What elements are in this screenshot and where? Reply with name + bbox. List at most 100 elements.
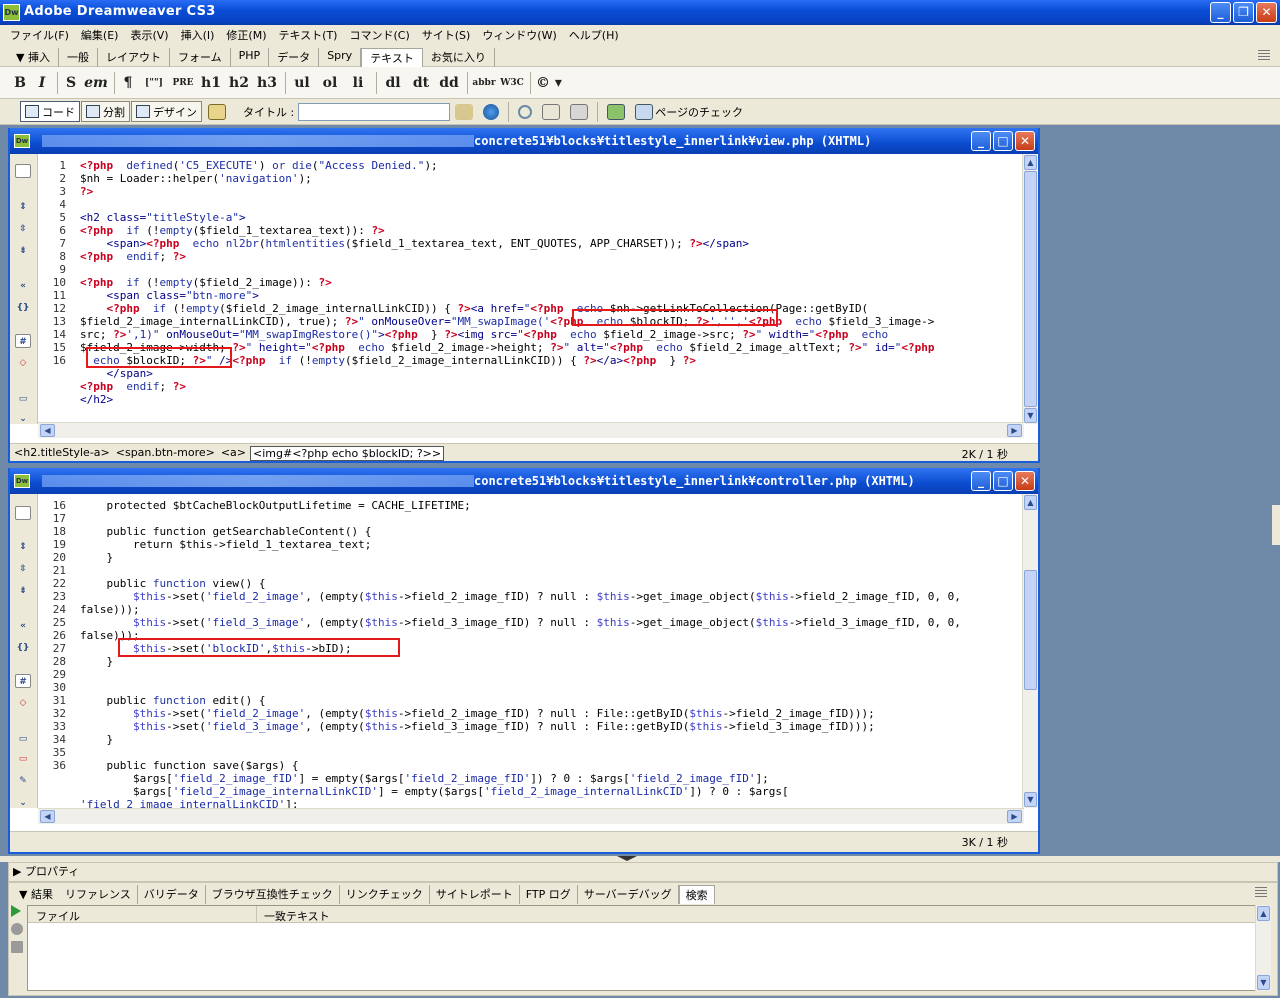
controller-maximize-button[interactable]: □: [993, 471, 1013, 491]
view-options-icon[interactable]: [542, 103, 561, 120]
collapse-arrow-icon[interactable]: [617, 856, 637, 861]
line-numbers-icon[interactable]: #: [15, 334, 31, 348]
controller-code-line[interactable]: public function edit() {: [80, 694, 961, 707]
controller-code-line[interactable]: [80, 668, 961, 681]
insert-tab-1[interactable]: レイアウト: [98, 48, 170, 68]
panel-options-grip-icon[interactable]: [1258, 50, 1270, 60]
collapse-full-tag-icon[interactable]: ⇕: [15, 200, 31, 214]
column-matched-text[interactable]: 一致テキスト: [264, 908, 330, 924]
results-tab-2[interactable]: ブラウザ互換性チェック: [206, 885, 340, 904]
page-title-input[interactable]: [298, 102, 451, 121]
text-tool-14[interactable]: dt: [408, 70, 434, 96]
view-code-line[interactable]: </span>: [80, 367, 934, 380]
insert-tab-3[interactable]: PHP: [231, 48, 270, 68]
code-view-button[interactable]: コード: [20, 101, 80, 122]
stop-icon[interactable]: [11, 923, 23, 935]
results-tab-3[interactable]: リンクチェック: [340, 885, 430, 904]
results-tab-4[interactable]: サイトレポート: [430, 885, 520, 904]
text-tool-13[interactable]: dl: [380, 70, 406, 96]
controller-code-line[interactable]: protected $btCacheBlockOutputLifetime = …: [80, 499, 961, 512]
view-php-code-area[interactable]: <?php defined('C5_EXECUTE') or die("Acce…: [80, 159, 934, 419]
controller-horizontal-scrollbar[interactable]: ◀ ▶: [38, 808, 1024, 824]
collapse-selection-icon[interactable]: ⇳: [15, 222, 31, 236]
scroll-up-arrow-icon[interactable]: ▲: [1024, 155, 1037, 170]
view-horizontal-scrollbar[interactable]: ◀ ▶: [38, 422, 1024, 438]
text-tool-16[interactable]: abbr: [471, 70, 497, 96]
controller-code-line[interactable]: [80, 681, 961, 694]
view-code-line[interactable]: <?php endif; ?>: [80, 250, 934, 263]
view-code-line[interactable]: <span><?php echo nl2br(htmlentities($fie…: [80, 237, 934, 250]
open-documents-icon[interactable]: [15, 506, 31, 520]
view-code-line[interactable]: [80, 263, 934, 276]
more-tools-icon[interactable]: ⌄: [15, 796, 31, 810]
tag-selector-item[interactable]: <a>: [219, 446, 248, 461]
line-numbers-icon[interactable]: #: [15, 674, 31, 688]
menu-item-7[interactable]: サイト(S): [416, 27, 477, 43]
menu-item-3[interactable]: 挿入(I): [175, 27, 221, 43]
more-tools-icon[interactable]: ⌄: [15, 412, 31, 426]
design-view-button[interactable]: デザイン: [131, 101, 202, 122]
text-tool-7[interactable]: h1: [198, 70, 224, 96]
view-code-line[interactable]: <span class="btn-more">: [80, 289, 934, 302]
text-tool-9[interactable]: h3: [254, 70, 280, 96]
view-code-line[interactable]: [80, 406, 934, 419]
controller-code-line[interactable]: [80, 746, 961, 759]
expand-all-icon[interactable]: ⇟: [15, 584, 31, 598]
text-tool-6[interactable]: PRE: [170, 70, 196, 96]
view-code-line[interactable]: <?php if (!empty($field_2_image)): ?>: [80, 276, 934, 289]
scroll-down-arrow-icon[interactable]: ▼: [1024, 792, 1037, 807]
expand-all-icon[interactable]: ⇟: [15, 244, 31, 258]
visual-aids-icon[interactable]: [570, 103, 589, 120]
tag-selector-item[interactable]: <h2.titleStyle-a>: [12, 446, 112, 461]
controller-code-line[interactable]: $this->set('field_2_image', (empty($this…: [80, 707, 961, 720]
balance-braces-icon[interactable]: {}: [15, 641, 31, 655]
view-minimize-button[interactable]: _: [971, 131, 991, 151]
validate-markup-icon[interactable]: [607, 103, 626, 120]
text-tool-8[interactable]: h2: [226, 70, 252, 96]
controller-code-line[interactable]: [80, 512, 961, 525]
controller-vertical-scrollbar[interactable]: ▲ ▼: [1022, 494, 1038, 808]
view-code-line[interactable]: <?php endif; ?>: [80, 380, 934, 393]
open-documents-icon[interactable]: [15, 164, 31, 178]
properties-panel-header[interactable]: ▶ プロパティ: [8, 862, 1278, 882]
results-vertical-scrollbar[interactable]: ▲ ▼: [1255, 905, 1271, 991]
view-code-line[interactable]: <?php if (!empty($field_1_textarea_text)…: [80, 224, 934, 237]
wrap-tag-icon[interactable]: ✎: [15, 774, 31, 788]
results-panel-toggle[interactable]: ▼ 結果: [13, 885, 59, 904]
controller-code-line[interactable]: public function view() {: [80, 577, 961, 590]
scroll-left-arrow-icon[interactable]: ◀: [40, 424, 55, 437]
view-code-line[interactable]: src; ?>',1)" onMouseOut="MM_swapImgResto…: [80, 328, 934, 341]
menu-item-6[interactable]: コマンド(C): [343, 27, 415, 43]
results-tab-0[interactable]: リファレンス: [59, 885, 138, 904]
controller-code-line[interactable]: return $this->field_1_textarea_text;: [80, 538, 961, 551]
text-tool-3[interactable]: em: [83, 70, 109, 96]
view-vertical-scrollbar[interactable]: ▲ ▼: [1022, 154, 1038, 424]
text-tool-15[interactable]: dd: [436, 70, 462, 96]
controller-code-line[interactable]: false)));: [80, 603, 961, 616]
text-tool-1[interactable]: I: [32, 70, 52, 96]
text-tool-0[interactable]: B: [10, 70, 30, 96]
menu-item-9[interactable]: ヘルプ(H): [563, 27, 625, 43]
view-code-line[interactable]: <h2 class="titleStyle-a">: [80, 211, 934, 224]
view-code-line[interactable]: ?>: [80, 185, 934, 198]
minimize-button[interactable]: _: [1210, 2, 1231, 23]
text-tool-17[interactable]: W3C: [499, 70, 525, 96]
live-data-icon[interactable]: [208, 103, 226, 120]
controller-minimize-button[interactable]: _: [971, 471, 991, 491]
file-management-icon[interactable]: [455, 103, 474, 120]
controller-code-line[interactable]: $this->set('field_2_image', (empty($this…: [80, 590, 961, 603]
insert-tab-0[interactable]: 一般: [59, 48, 98, 68]
text-tool-12[interactable]: li: [345, 70, 371, 96]
text-tool-5[interactable]: [""]: [140, 70, 168, 96]
scroll-left-arrow-icon[interactable]: ◀: [40, 810, 55, 823]
view-code-line[interactable]: $nh = Loader::helper('navigation');: [80, 172, 934, 185]
restore-button[interactable]: ❐: [1233, 2, 1254, 23]
scroll-right-arrow-icon[interactable]: ▶: [1007, 810, 1022, 823]
view-code-line[interactable]: <?php defined('C5_EXECUTE') or die("Acce…: [80, 159, 934, 172]
scroll-up-arrow-icon[interactable]: ▲: [1257, 906, 1270, 921]
scroll-down-arrow-icon[interactable]: ▼: [1257, 975, 1270, 990]
scroll-down-arrow-icon[interactable]: ▼: [1024, 408, 1037, 423]
select-parent-tag-icon[interactable]: «: [15, 279, 31, 293]
results-tab-6[interactable]: サーバーデバッグ: [578, 885, 679, 904]
panel-dock-handle[interactable]: [1272, 505, 1280, 545]
